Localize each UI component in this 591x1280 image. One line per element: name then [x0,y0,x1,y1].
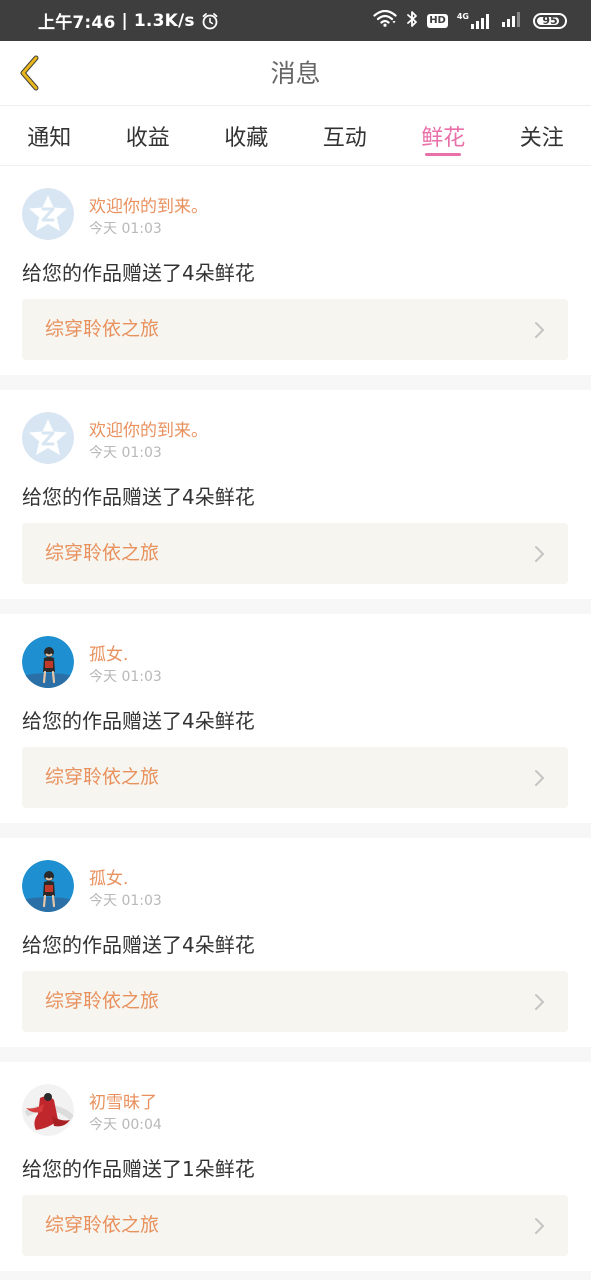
work-link[interactable]: 综穿聆依之旅 [22,299,568,360]
timestamp: 今天 01:03 [89,221,162,237]
gift-text: 给您的作品赠送了4朵鲜花 [22,485,255,509]
status-time: 上午7:46 [38,13,116,33]
user-name[interactable]: 初雪昧了 [89,1088,157,1113]
timestamp: 今天 01:03 [89,893,162,909]
work-title: 综穿聆依之旅 [45,542,160,564]
user-name[interactable]: 欢迎你的到来。 [89,192,208,217]
chevron-right-icon [535,322,544,338]
avatar[interactable] [22,188,74,240]
avatar[interactable] [22,860,74,912]
signal-2-icon [502,11,524,31]
status-bar: 上午7:46 | 1.3K/s HD 4G 95 [0,0,591,41]
avatar[interactable] [22,1084,74,1136]
chevron-right-icon [535,546,544,562]
gift-text: 给您的作品赠送了4朵鲜花 [22,709,255,733]
user-name[interactable]: 孤女. [89,864,128,889]
avatar[interactable] [22,412,74,464]
work-title: 综穿聆依之旅 [45,1214,160,1236]
header: 消息 [0,41,591,106]
bluetooth-icon [406,10,418,32]
user-name[interactable]: 孤女. [89,640,128,665]
user-name[interactable]: 欢迎你的到来。 [89,416,208,441]
gift-text: 给您的作品赠送了4朵鲜花 [22,933,255,957]
work-link[interactable]: 综穿聆依之旅 [22,971,568,1032]
work-link[interactable]: 综穿聆依之旅 [22,523,568,584]
red-dress-avatar [22,1084,74,1136]
tab-following[interactable]: 关注 [493,106,591,165]
signal-icon: 4G [456,11,493,29]
work-title: 综穿聆依之旅 [45,318,160,340]
battery-level: 95 [542,14,558,27]
tab-interactions[interactable]: 互动 [296,106,395,165]
chevron-right-icon [535,994,544,1010]
status-separator: | [121,10,128,31]
list-item: 孤女. 今天 01:03 给您的作品赠送了4朵鲜花 综穿聆依之旅 [0,614,591,838]
girl-photo-avatar [22,636,74,688]
work-link[interactable]: 综穿聆依之旅 [22,747,568,808]
gift-text: 给您的作品赠送了1朵鲜花 [22,1157,255,1181]
gift-text: 给您的作品赠送了4朵鲜花 [22,261,255,285]
timestamp: 今天 01:03 [89,669,162,685]
message-list: 欢迎你的到来。 今天 01:03 给您的作品赠送了4朵鲜花 综穿聆依之旅 欢迎你… [0,166,591,1280]
default-star-avatar [22,412,74,464]
tab-flowers[interactable]: 鲜花 [394,106,493,165]
status-net-speed: 1.3K/s [133,10,195,31]
default-star-avatar [22,188,74,240]
avatar[interactable] [22,636,74,688]
work-title: 综穿聆依之旅 [45,766,160,788]
list-item: 欢迎你的到来。 今天 01:03 给您的作品赠送了4朵鲜花 综穿聆依之旅 [0,390,591,614]
tab-bar: 通知 收益 收藏 互动 鲜花 关注 [0,106,591,166]
chevron-right-icon [535,770,544,786]
page-title: 消息 [270,59,321,88]
hd-icon: HD [427,13,448,28]
timestamp: 今天 00:04 [89,1117,162,1133]
network-type: 4G [456,11,469,21]
work-link[interactable]: 综穿聆依之旅 [22,1195,568,1256]
list-item: 欢迎你的到来。 今天 01:03 给您的作品赠送了4朵鲜花 综穿聆依之旅 [0,166,591,390]
tab-notifications[interactable]: 通知 [0,106,99,165]
alarm-icon [201,12,219,30]
chevron-right-icon [535,1218,544,1234]
timestamp: 今天 01:03 [89,445,162,461]
work-title: 综穿聆依之旅 [45,990,160,1012]
list-item: 初雪昧了 今天 00:04 给您的作品赠送了1朵鲜花 综穿聆依之旅 [0,1062,591,1280]
wifi-icon [373,9,397,31]
tab-earnings[interactable]: 收益 [99,106,198,165]
list-item: 孤女. 今天 01:03 给您的作品赠送了4朵鲜花 综穿聆依之旅 [0,838,591,1062]
tab-favorites[interactable]: 收藏 [197,106,296,165]
battery-icon: 95 [533,12,567,29]
girl-photo-avatar [22,860,74,912]
status-left: 上午7:46 | 1.3K/s [38,8,219,33]
status-right: HD 4G 95 [373,9,567,32]
